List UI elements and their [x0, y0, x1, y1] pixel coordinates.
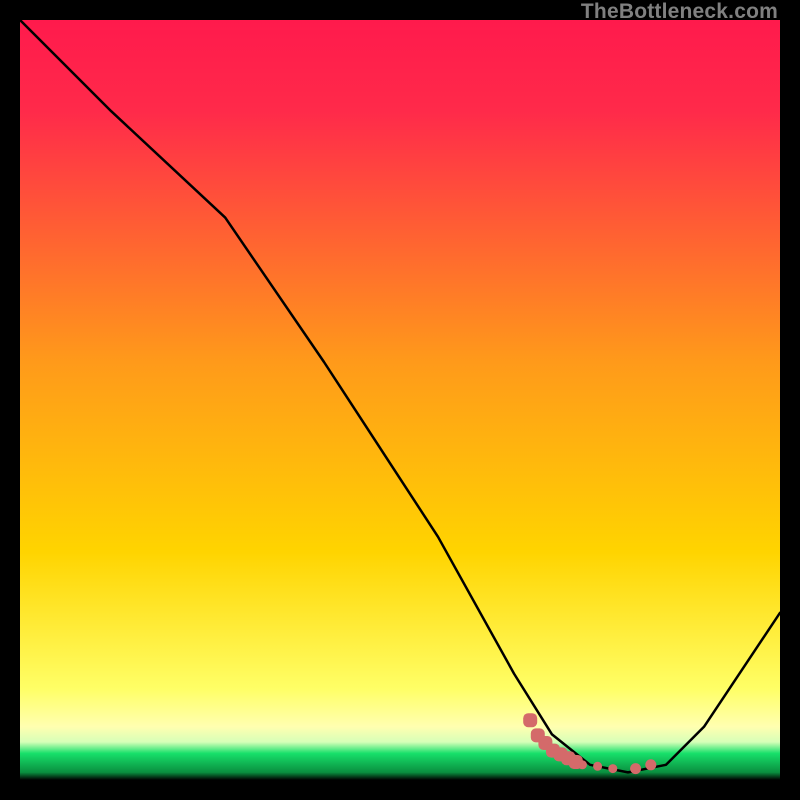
watermark-text: TheBottleneck.com	[581, 0, 778, 24]
marker-dot	[593, 762, 602, 771]
marker-dot	[645, 759, 656, 770]
chart-frame	[20, 20, 780, 780]
marker-dot	[523, 713, 537, 727]
marker-dot	[578, 760, 587, 769]
marker-dot	[608, 764, 617, 773]
marker-dot	[630, 763, 641, 774]
bottleneck-chart	[20, 20, 780, 780]
